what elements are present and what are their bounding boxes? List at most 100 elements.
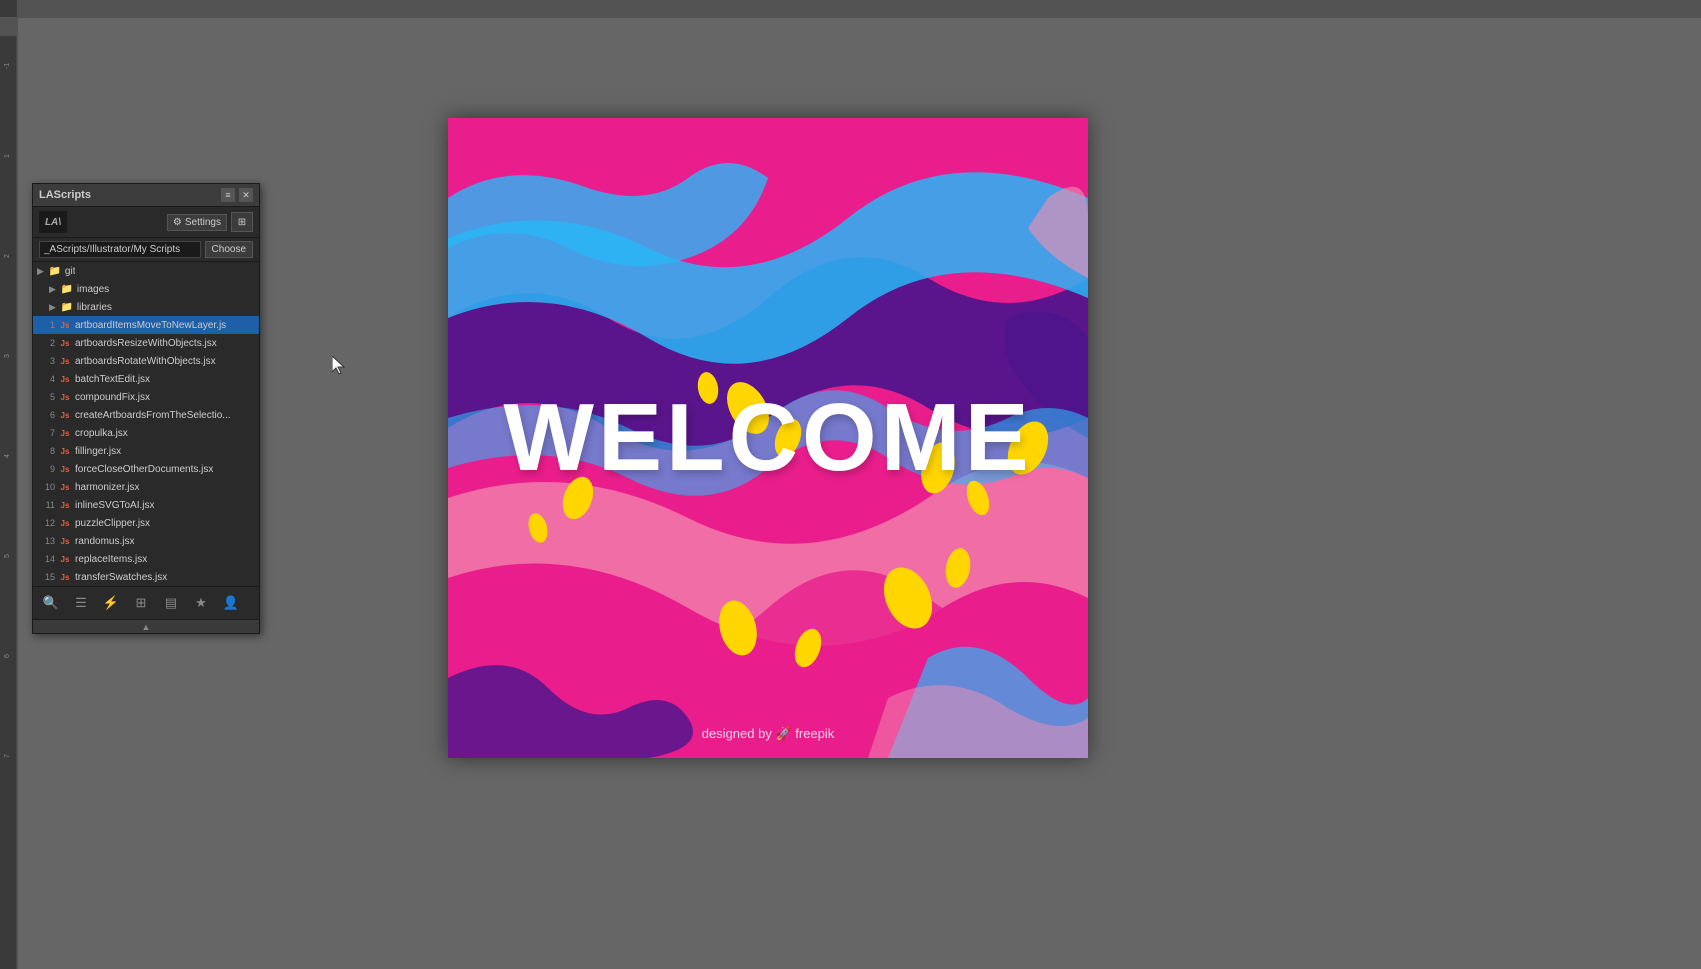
list-item[interactable]: ▶ 📁 libraries [33, 298, 259, 316]
item-number: 4 [37, 374, 55, 384]
file-list[interactable]: ▶ 📁 git ▶ 📁 images ▶ 📁 libraries 1 Js ar… [33, 262, 259, 586]
jsx-file-icon: Js [58, 444, 72, 458]
bolt-icon: ⚡ [103, 595, 119, 611]
tab-star[interactable]: ★ [187, 589, 215, 617]
list-item[interactable]: 9 Js forceCloseOtherDocuments.jsx [33, 460, 259, 478]
item-number: 11 [37, 500, 55, 510]
panel-controls: ≡ ✕ [221, 188, 253, 202]
jsx-file-icon: Js [58, 390, 72, 404]
list-item[interactable]: 15 Js transferSwatches.jsx [33, 568, 259, 586]
item-number: 10 [37, 482, 55, 492]
folder-icon: 📁 [60, 300, 74, 314]
path-row: Choose [33, 238, 259, 262]
file-name: replaceItems.jsx [75, 554, 147, 565]
list-item[interactable]: ▶ 📁 git [33, 262, 259, 280]
jsx-file-icon: Js [58, 354, 72, 368]
choose-button[interactable]: Choose [205, 241, 253, 258]
tab-layers[interactable]: ▤ [157, 589, 185, 617]
settings-gear-icon: ⚙ [173, 217, 182, 228]
freepik-credit: designed by 🚀 freepik [702, 726, 835, 742]
file-name: puzzleClipper.jsx [75, 518, 150, 529]
panel-collapse-button[interactable]: ▲ [33, 619, 259, 633]
jsx-file-icon: Js [58, 318, 72, 332]
jsx-file-icon: Js [58, 426, 72, 440]
tab-search[interactable]: 🔍 [37, 589, 65, 617]
file-name: forceCloseOtherDocuments.jsx [75, 464, 213, 475]
la-logo: LA\ [39, 211, 67, 233]
item-number: 3 [37, 356, 55, 366]
user-icon: 👤 [223, 595, 239, 611]
file-name: artboardItemsMoveToNewLayer.js [75, 320, 226, 331]
jsx-file-icon: Js [58, 408, 72, 422]
list-item[interactable]: 7 Js cropulka.jsx [33, 424, 259, 442]
item-number: 14 [37, 554, 55, 564]
file-name: createArtboardsFromTheSelectio... [75, 410, 231, 421]
tab-grid[interactable]: ⊞ [127, 589, 155, 617]
settings-label: Settings [185, 217, 221, 228]
file-name: transferSwatches.jsx [75, 572, 167, 583]
item-number: 1 [37, 320, 55, 330]
artboard: WELCOME designed by 🚀 freepik [448, 118, 1088, 758]
list-item[interactable]: 11 Js inlineSVGToAI.jsx [33, 496, 259, 514]
layers-icon: ▤ [165, 595, 177, 611]
list-item[interactable]: 14 Js replaceItems.jsx [33, 550, 259, 568]
export-icon: ⊞ [238, 217, 246, 228]
export-button[interactable]: ⊞ [231, 212, 253, 232]
tab-bolt[interactable]: ⚡ [97, 589, 125, 617]
jsx-file-icon: Js [58, 372, 72, 386]
list-item[interactable]: 1 Js artboardItemsMoveToNewLayer.js [33, 316, 259, 334]
tab-list[interactable]: ☰ [67, 589, 95, 617]
canvas-area: WELCOME designed by 🚀 freepik [18, 18, 1701, 969]
list-item[interactable]: 8 Js fillinger.jsx [33, 442, 259, 460]
ruler-left: -1 1 2 3 4 5 6 7 [0, 36, 18, 969]
item-number: 6 [37, 410, 55, 420]
file-name: randomus.jsx [75, 536, 134, 547]
file-name: compoundFix.jsx [75, 392, 150, 403]
lascripts-panel: LAScripts ≡ ✕ LA\ ⚙ Settings ⊞ Choose ▶ … [32, 183, 260, 634]
list-item[interactable]: ▶ 📁 images [33, 280, 259, 298]
file-name: libraries [77, 302, 112, 313]
list-item[interactable]: 6 Js createArtboardsFromTheSelectio... [33, 406, 259, 424]
svg-text:7: 7 [4, 754, 11, 758]
star-icon: ★ [195, 595, 207, 611]
folder-icon: 📁 [48, 264, 62, 278]
file-name: cropulka.jsx [75, 428, 128, 439]
list-item[interactable]: 4 Js batchTextEdit.jsx [33, 370, 259, 388]
settings-button[interactable]: ⚙ Settings [167, 214, 227, 231]
chevron-down-icon: ▶ [37, 266, 44, 277]
chevron-up-icon: ▲ [142, 622, 151, 632]
path-input[interactable] [39, 241, 201, 258]
panel-bottom-tabs: 🔍 ☰ ⚡ ⊞ ▤ ★ 👤 [33, 586, 259, 619]
panel-title: LAScripts [39, 189, 91, 201]
item-number: 8 [37, 446, 55, 456]
item-number: 2 [37, 338, 55, 348]
list-item[interactable]: 10 Js harmonizer.jsx [33, 478, 259, 496]
panel-close-button[interactable]: ✕ [239, 188, 253, 202]
list-item[interactable]: 13 Js randomus.jsx [33, 532, 259, 550]
svg-text:4: 4 [4, 454, 11, 458]
file-name: batchTextEdit.jsx [75, 374, 150, 385]
chevron-right-icon: ▶ [49, 302, 56, 313]
jsx-file-icon: Js [58, 336, 72, 350]
jsx-file-icon: Js [58, 552, 72, 566]
svg-text:-1: -1 [4, 63, 11, 69]
jsx-file-icon: Js [58, 498, 72, 512]
panel-minimize-button[interactable]: ≡ [221, 188, 235, 202]
file-name: artboardsRotateWithObjects.jsx [75, 356, 216, 367]
chevron-right-icon: ▶ [49, 284, 56, 295]
item-number: 13 [37, 536, 55, 546]
file-name: git [65, 266, 76, 277]
list-item[interactable]: 3 Js artboardsRotateWithObjects.jsx [33, 352, 259, 370]
search-icon: 🔍 [43, 595, 59, 611]
item-number: 15 [37, 572, 55, 582]
file-name: fillinger.jsx [75, 446, 121, 457]
list-item[interactable]: 2 Js artboardsResizeWithObjects.jsx [33, 334, 259, 352]
jsx-file-icon: Js [58, 534, 72, 548]
item-number: 12 [37, 518, 55, 528]
svg-text:1: 1 [4, 154, 11, 158]
list-item[interactable]: 12 Js puzzleClipper.jsx [33, 514, 259, 532]
tab-user[interactable]: 👤 [217, 589, 245, 617]
jsx-file-icon: Js [58, 516, 72, 530]
item-number: 5 [37, 392, 55, 402]
list-item[interactable]: 5 Js compoundFix.jsx [33, 388, 259, 406]
